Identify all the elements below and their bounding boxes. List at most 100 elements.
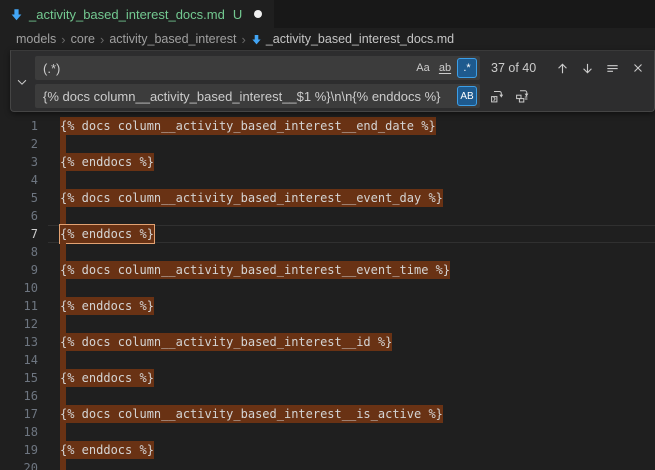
current-search-match: {% enddocs %} xyxy=(60,225,154,243)
breadcrumb-item-core[interactable]: core xyxy=(71,32,95,46)
empty-line-search-match xyxy=(60,423,66,441)
markdown-file-icon xyxy=(10,8,23,21)
line-content: {% enddocs %} xyxy=(60,153,154,171)
whole-word-toggle[interactable]: ab xyxy=(435,58,455,78)
line-content xyxy=(60,243,66,261)
match-case-toggle[interactable]: Aa xyxy=(413,58,433,78)
line-number: 10 xyxy=(0,279,38,297)
empty-line-search-match xyxy=(60,315,66,333)
line-number: 12 xyxy=(0,315,38,333)
chevron-separator-icon: › xyxy=(100,32,104,47)
find-in-selection-button[interactable] xyxy=(602,58,623,79)
line-content xyxy=(60,171,66,189)
replace-actions xyxy=(486,86,532,107)
search-match: {% enddocs %} xyxy=(60,153,154,171)
line-content: {% docs column__activity_based_interest_… xyxy=(60,405,443,423)
line-content: {% enddocs %} xyxy=(60,297,154,315)
line-content: {% enddocs %} xyxy=(60,369,154,387)
line-content xyxy=(60,207,66,225)
editor-line[interactable]: 7 {% enddocs %} xyxy=(0,225,655,243)
line-number: 16 xyxy=(0,387,38,405)
line-number: 18 xyxy=(0,423,38,441)
editor-line[interactable]: 18 xyxy=(0,423,655,441)
find-input[interactable]: (.*) Aa ab .* xyxy=(35,56,480,80)
tab-filename: _activity_based_interest_docs.md xyxy=(29,7,225,22)
editor-line[interactable]: 10 xyxy=(0,279,655,297)
line-number: 7 xyxy=(0,225,38,243)
replace-row: {% docs column__activity_based_interest_… xyxy=(35,84,654,108)
editor-lines[interactable]: 1{% docs column__activity_based_interest… xyxy=(0,117,655,470)
empty-line-search-match xyxy=(60,459,66,470)
editor-line[interactable]: 11 {% enddocs %} xyxy=(0,297,655,315)
line-number: 6 xyxy=(0,207,38,225)
preserve-case-toggle[interactable]: AB xyxy=(457,86,477,106)
line-content xyxy=(60,279,66,297)
line-content xyxy=(60,351,66,369)
line-content xyxy=(60,423,66,441)
editor-line[interactable]: 17 {% docs column__activity_based_interes… xyxy=(0,405,655,423)
find-row: (.*) Aa ab .* 37 of 40 xyxy=(35,56,654,80)
editor-line[interactable]: 8 xyxy=(0,243,655,261)
editor-line[interactable]: 14 xyxy=(0,351,655,369)
line-content: {% docs column__activity_based_interest_… xyxy=(60,189,443,207)
breadcrumb-item-models[interactable]: models xyxy=(16,32,56,46)
empty-line-search-match xyxy=(60,207,66,225)
editor-line[interactable]: 3 {% enddocs %} xyxy=(0,153,655,171)
editor-line[interactable]: 16 xyxy=(0,387,655,405)
tab-bar: _activity_based_interest_docs.md U xyxy=(0,0,655,28)
search-match: {% docs column__activity_based_interest_… xyxy=(60,261,450,279)
line-content xyxy=(60,387,66,405)
regex-toggle[interactable]: .* xyxy=(457,58,477,78)
modified-dot-icon[interactable] xyxy=(254,10,262,18)
line-number: 8 xyxy=(0,243,38,261)
search-match: {% docs column__activity_based_interest_… xyxy=(60,117,436,135)
search-match: {% docs column__activity_based_interest_… xyxy=(60,189,443,207)
search-match: {% docs column__activity_based_interest_… xyxy=(60,333,392,351)
replace-input[interactable]: {% docs column__activity_based_interest_… xyxy=(35,84,480,108)
empty-line-search-match xyxy=(60,171,66,189)
breadcrumb-item-activity-based-interest[interactable]: activity_based_interest xyxy=(109,32,236,46)
line-number: 3 xyxy=(0,153,38,171)
empty-line-search-match xyxy=(60,351,66,369)
line-number: 17 xyxy=(0,405,38,423)
line-content: {% docs column__activity_based_interest_… xyxy=(60,261,450,279)
empty-line-search-match xyxy=(60,135,66,153)
find-query: (.*) xyxy=(43,61,411,76)
editor-line[interactable]: 20 xyxy=(0,459,655,470)
close-icon[interactable] xyxy=(627,58,648,79)
line-content: {% enddocs %} xyxy=(60,225,154,243)
line-number: 14 xyxy=(0,351,38,369)
editor-line[interactable]: 5 {% docs column__activity_based_interest… xyxy=(0,189,655,207)
tab-activity-docs[interactable]: _activity_based_interest_docs.md U xyxy=(0,0,274,28)
next-match-button[interactable] xyxy=(577,58,598,79)
replace-button[interactable] xyxy=(486,86,507,107)
tab-git-status: U xyxy=(233,7,242,22)
search-match: {% docs column__activity_based_interest_… xyxy=(60,405,443,423)
editor-line[interactable]: 4 xyxy=(0,171,655,189)
chevron-separator-icon: › xyxy=(241,32,245,47)
editor-line[interactable]: 2 xyxy=(0,135,655,153)
line-number: 4 xyxy=(0,171,38,189)
replace-value: {% docs column__activity_based_interest_… xyxy=(43,89,455,104)
line-content xyxy=(60,135,66,153)
chevron-down-icon[interactable] xyxy=(13,73,31,91)
breadcrumb-file-label: _activity_based_interest_docs.md xyxy=(266,32,454,46)
editor-line[interactable]: 13{% docs column__activity_based_interes… xyxy=(0,333,655,351)
find-widget: (.*) Aa ab .* 37 of 40 xyxy=(10,50,655,112)
editor-line[interactable]: 9{% docs column__activity_based_interest… xyxy=(0,261,655,279)
editor-line[interactable]: 6 xyxy=(0,207,655,225)
editor-line[interactable]: 12 xyxy=(0,315,655,333)
line-number: 11 xyxy=(0,297,38,315)
previous-match-button[interactable] xyxy=(552,58,573,79)
breadcrumb-item-file[interactable]: _activity_based_interest_docs.md xyxy=(251,32,454,46)
editor-line[interactable]: 15{% enddocs %} xyxy=(0,369,655,387)
line-number: 20 xyxy=(0,459,38,470)
editor-line[interactable]: 1{% docs column__activity_based_interest… xyxy=(0,117,655,135)
editor-line[interactable]: 19{% enddocs %} xyxy=(0,441,655,459)
line-number: 5 xyxy=(0,189,38,207)
breadcrumb: models › core › activity_based_interest … xyxy=(0,28,655,50)
replace-all-button[interactable] xyxy=(511,86,532,107)
empty-line-search-match xyxy=(60,279,66,297)
line-content: {% enddocs %} xyxy=(60,441,154,459)
chevron-separator-icon: › xyxy=(61,32,65,47)
